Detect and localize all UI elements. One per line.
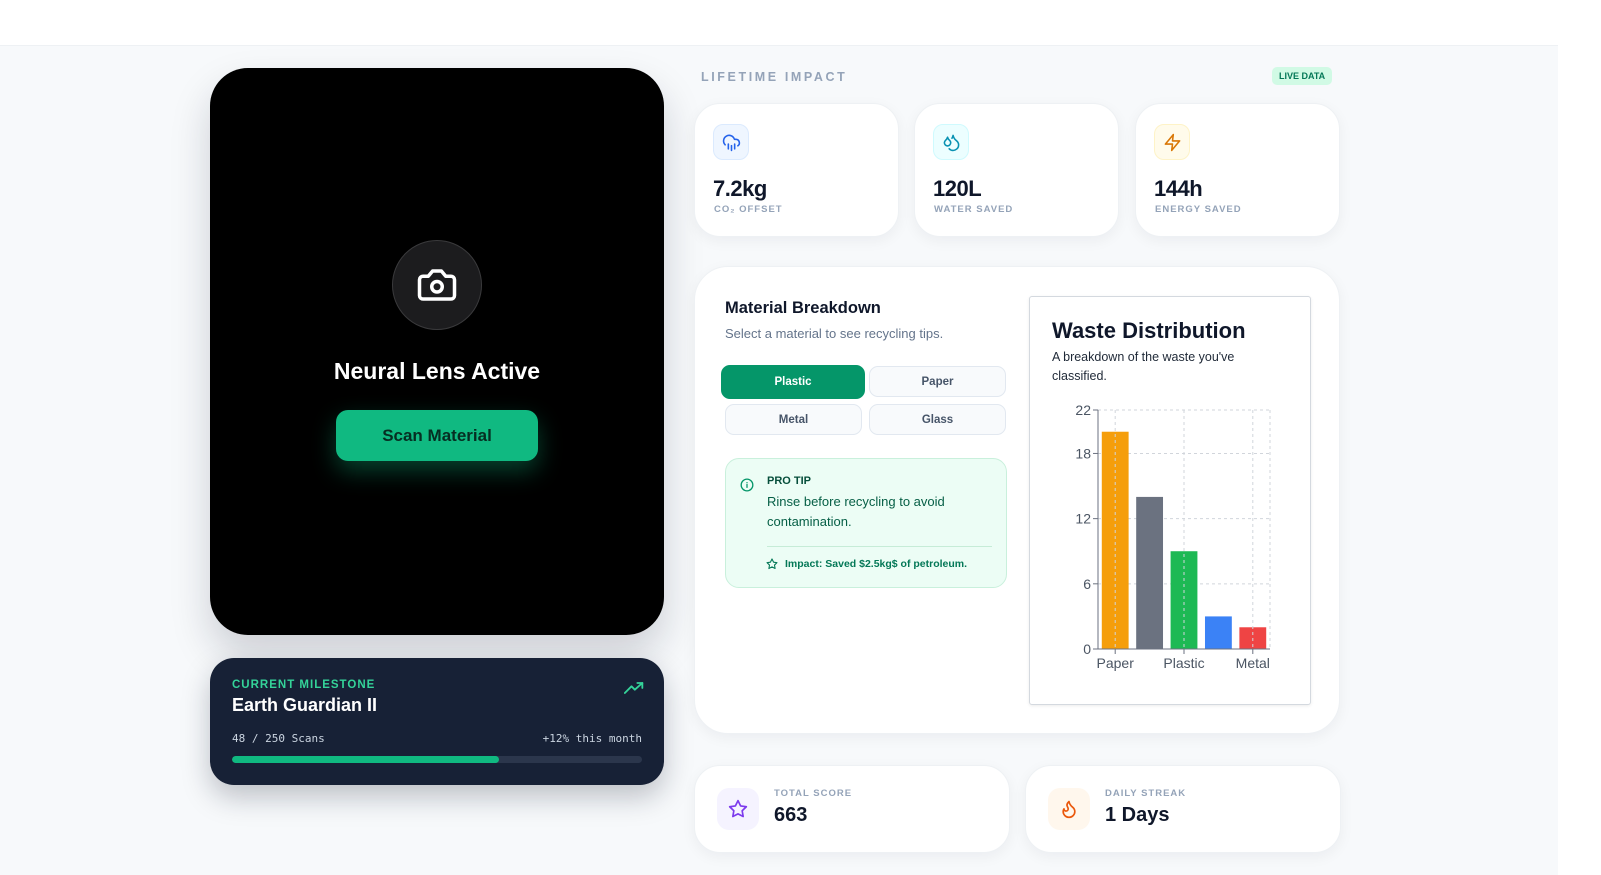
star-icon bbox=[728, 799, 748, 818]
energy-value: 144h bbox=[1154, 176, 1203, 201]
co2-offset-card: 7.2kg CO₂ OFFSET bbox=[694, 103, 899, 237]
y-tick-label: 18 bbox=[1075, 445, 1091, 461]
bar-other bbox=[1204, 616, 1232, 649]
total-score-value: 663 bbox=[774, 804, 808, 826]
y-tick-label: 22 bbox=[1075, 402, 1091, 418]
waste-distribution-chart: Waste Distribution A breakdown of the wa… bbox=[1029, 296, 1311, 705]
co2-value: 7.2kg bbox=[713, 176, 767, 201]
x-tick-label: Metal bbox=[1236, 655, 1270, 671]
milestone-scans: 48 / 250 Scans bbox=[232, 732, 325, 745]
milestone-title: Earth Guardian II bbox=[232, 695, 378, 715]
milestone-growth: +12% this month bbox=[542, 732, 642, 745]
milestone-card: CURRENT MILESTONE Earth Guardian II 48 /… bbox=[210, 658, 664, 785]
stat-icon-wrap bbox=[1154, 124, 1190, 160]
bar-chart-plot: 0 6 12 18 22 Paper Plastic Metal bbox=[1075, 402, 1271, 671]
material-breakdown-title: Material Breakdown bbox=[725, 299, 881, 317]
daily-streak-card: DAILY STREAK 1 Days bbox=[1025, 765, 1341, 853]
material-plastic-button[interactable]: Plastic bbox=[721, 365, 865, 399]
stat-icon-wrap bbox=[713, 124, 749, 160]
top-bar bbox=[0, 0, 1558, 46]
y-tick-label: 0 bbox=[1083, 641, 1091, 657]
droplets-icon bbox=[943, 134, 959, 151]
camera-badge bbox=[392, 240, 482, 330]
milestone-progress-fill bbox=[232, 756, 499, 763]
live-data-badge: LIVE DATA bbox=[1272, 67, 1333, 85]
streak-icon-wrap bbox=[1048, 788, 1090, 830]
bar-glass bbox=[1136, 496, 1164, 649]
score-icon-wrap bbox=[717, 788, 759, 830]
water-saved-card: 120L WATER SAVED bbox=[914, 103, 1119, 237]
camera-icon bbox=[417, 269, 457, 301]
info-icon bbox=[740, 478, 754, 492]
lifetime-impact-heading: LIFETIME IMPACT bbox=[701, 70, 848, 84]
total-score-card: TOTAL SCORE 663 bbox=[694, 765, 1010, 853]
stat-icon-wrap bbox=[933, 124, 969, 160]
energy-saved-card: 144h ENERGY SAVED bbox=[1135, 103, 1340, 237]
water-value: 120L bbox=[933, 176, 982, 201]
material-glass-button[interactable]: Glass bbox=[869, 404, 1006, 435]
water-label: WATER SAVED bbox=[934, 204, 1014, 215]
energy-label: ENERGY SAVED bbox=[1155, 204, 1242, 215]
pro-tip-impact: Impact: Saved $2.5kg$ of petroleum. bbox=[785, 558, 968, 570]
milestone-progress-track bbox=[232, 756, 642, 763]
camera-status: Neural Lens Active bbox=[333, 358, 541, 384]
milestone-label: CURRENT MILESTONE bbox=[232, 679, 376, 691]
divider bbox=[767, 546, 992, 547]
material-breakdown-subtitle: Select a material to see recycling tips. bbox=[725, 326, 944, 341]
trending-up-icon bbox=[624, 682, 644, 694]
pro-tip-label: PRO TIP bbox=[767, 475, 812, 487]
scrollbar-track[interactable] bbox=[1558, 0, 1601, 875]
scan-material-button[interactable]: Scan Material bbox=[336, 410, 538, 461]
x-tick-label: Plastic bbox=[1163, 655, 1204, 671]
zap-icon bbox=[1164, 133, 1180, 151]
pro-tip-box: PRO TIP Rinse before recycling to avoid … bbox=[725, 458, 1007, 588]
x-tick-label: Paper bbox=[1097, 655, 1135, 671]
pro-tip-text: Rinse before recycling to avoid contamin… bbox=[767, 494, 945, 529]
total-score-label: TOTAL SCORE bbox=[774, 788, 853, 799]
star-outline-icon bbox=[766, 558, 778, 570]
y-tick-label: 6 bbox=[1083, 576, 1091, 592]
material-breakdown-panel: Material Breakdown Select a material to … bbox=[694, 266, 1340, 734]
flame-icon bbox=[1062, 800, 1076, 819]
material-metal-button[interactable]: Metal bbox=[725, 404, 862, 435]
daily-streak-label: DAILY STREAK bbox=[1105, 788, 1187, 799]
y-tick-label: 12 bbox=[1075, 511, 1091, 527]
camera-viewfinder[interactable]: Neural Lens Active Scan Material bbox=[210, 68, 664, 635]
cloud-rain-icon bbox=[722, 134, 740, 151]
co2-label: CO₂ OFFSET bbox=[714, 204, 783, 215]
material-paper-button[interactable]: Paper bbox=[869, 366, 1006, 397]
daily-streak-value: 1 Days bbox=[1105, 804, 1170, 826]
